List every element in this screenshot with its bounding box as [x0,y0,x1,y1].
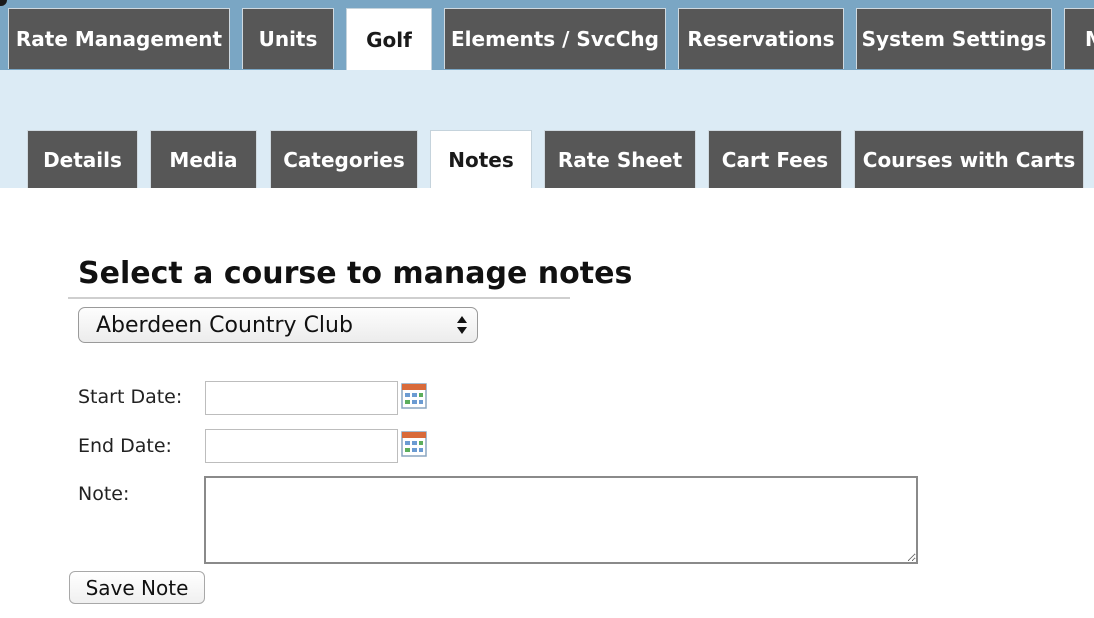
note-textarea[interactable] [204,476,918,564]
note-label: Note: [78,483,130,505]
end-date-label: End Date: [78,435,172,457]
page-title: Select a course to manage notes [78,256,633,291]
tab-more-truncated[interactable]: M [1064,8,1094,69]
subtab-notes[interactable]: Notes [430,130,532,189]
tab-system-settings[interactable]: System Settings [856,8,1052,69]
course-select[interactable]: Aberdeen Country Club [78,307,478,343]
subtab-courses-with-carts[interactable]: Courses with Carts [854,130,1084,188]
calendar-icon[interactable] [401,431,427,457]
tab-units[interactable]: Units [242,8,334,69]
tab-elements-svcchg[interactable]: Elements / SvcChg [444,8,666,69]
course-select-value: Aberdeen Country Club [96,312,353,338]
app: Rate Management Units Golf Elements / Sv… [0,0,1094,618]
calendar-icon[interactable] [401,383,427,409]
subtab-details[interactable]: Details [27,130,138,188]
tab-rate-management[interactable]: Rate Management [8,8,230,69]
subtab-cart-fees[interactable]: Cart Fees [708,130,842,188]
save-note-button[interactable]: Save Note [69,571,205,604]
title-divider [68,297,570,299]
end-date-input[interactable] [205,429,398,463]
tab-reservations[interactable]: Reservations [678,8,844,69]
start-date-label: Start Date: [78,386,183,408]
subtab-categories[interactable]: Categories [270,130,418,188]
start-date-input[interactable] [205,381,398,415]
tab-golf[interactable]: Golf [346,8,432,70]
subtab-rate-sheet[interactable]: Rate Sheet [544,130,696,188]
select-arrows-icon [457,316,467,334]
subtab-media[interactable]: Media [150,130,257,188]
